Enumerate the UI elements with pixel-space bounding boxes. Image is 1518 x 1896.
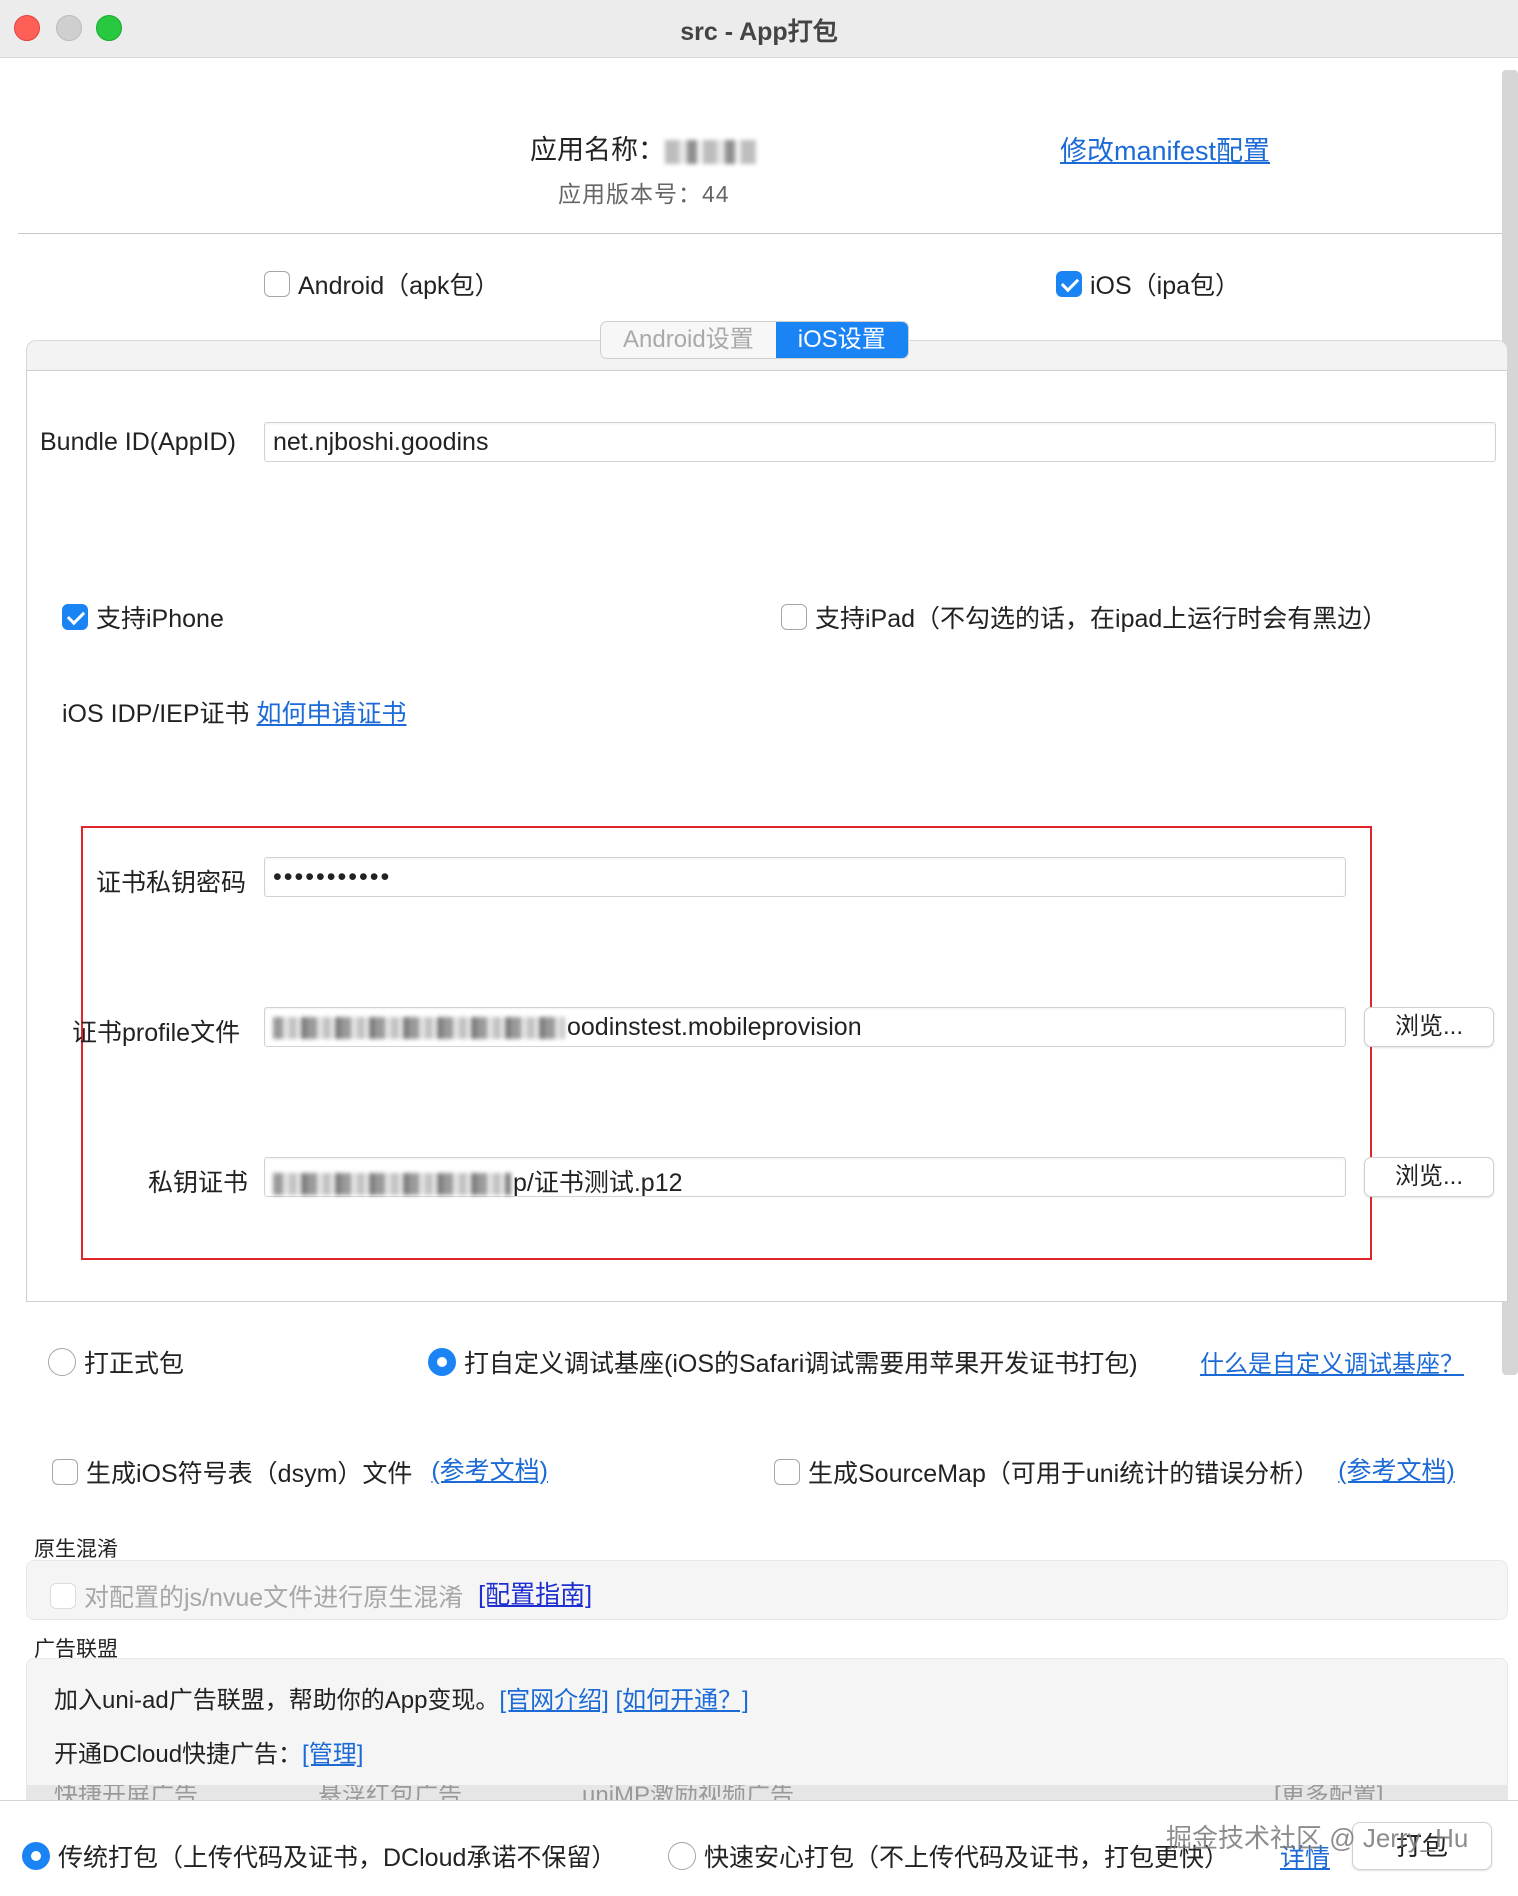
support-ipad-option[interactable]: 支持iPad（不勾选的话，在ipad上运行时会有黑边） bbox=[781, 599, 1387, 635]
native-obfuscation-option: 对配置的js/nvue文件进行原生混淆 [配置指南] bbox=[50, 1575, 592, 1614]
support-ipad-label: 支持iPad（不勾选的话，在ipad上运行时会有黑边） bbox=[815, 605, 1388, 633]
cert-section-row: iOS IDP/IEP证书 如何申请证书 bbox=[62, 694, 407, 730]
traditional-pack-radio[interactable] bbox=[22, 1842, 50, 1870]
ad-intro-row: 加入uni-ad广告联盟，帮助你的App变现。[官网介绍] [如何开通？] bbox=[54, 1680, 749, 1715]
fast-pack-option[interactable]: 快速安心打包（不上传代码及证书，打包更快） bbox=[668, 1838, 1229, 1874]
support-iphone-checkbox[interactable] bbox=[62, 604, 88, 630]
ad-alliance-box bbox=[26, 1658, 1508, 1798]
sourcemap-checkbox[interactable] bbox=[774, 1459, 800, 1486]
quick-ads-manage-link[interactable]: [管理] bbox=[302, 1741, 363, 1768]
formal-build-option[interactable]: 打正式包 bbox=[48, 1344, 184, 1380]
android-checkbox[interactable] bbox=[264, 271, 290, 297]
private-cert-input[interactable]: p/证书测试.p12 bbox=[264, 1157, 1346, 1197]
quick-ads-row: 开通DCloud快捷广告：[管理] bbox=[54, 1734, 363, 1769]
ad-how-to-open-link[interactable]: [如何开通？] bbox=[615, 1687, 748, 1714]
sourcemap-option[interactable]: 生成SourceMap（可用于uni统计的错误分析） (参考文档) bbox=[774, 1451, 1455, 1490]
native-obfuscation-label: 对配置的js/nvue文件进行原生混淆 bbox=[84, 1584, 464, 1613]
ios-checkbox[interactable] bbox=[1056, 271, 1082, 297]
ad-official-intro-link[interactable]: [官网介绍] bbox=[499, 1687, 608, 1714]
dsym-label: 生成iOS符号表（dsym）文件 bbox=[86, 1460, 413, 1489]
dsym-docs-link[interactable]: (参考文档) bbox=[431, 1457, 548, 1485]
fast-pack-radio[interactable] bbox=[668, 1842, 696, 1870]
private-cert-value: p/证书测试.p12 bbox=[513, 1169, 683, 1197]
profile-file-label: 证书profile文件 bbox=[72, 1019, 241, 1047]
native-obfuscation-checkbox bbox=[50, 1583, 76, 1610]
divider bbox=[18, 233, 1502, 234]
support-ipad-checkbox[interactable] bbox=[781, 604, 807, 630]
tab-android-settings[interactable]: Android设置 bbox=[601, 322, 776, 358]
ad-intro-text: 加入uni-ad广告联盟，帮助你的App变现。 bbox=[54, 1687, 500, 1714]
native-obfuscation-title: 原生混淆 bbox=[34, 1538, 118, 1561]
cert-password-input[interactable]: ••••••••••• bbox=[264, 857, 1346, 897]
ad-options-partial-text: 快捷开屏广告 悬浮红包广告 uniMP激励视频广告 [更多配置] bbox=[54, 1785, 1384, 1801]
watermark: 掘金技术社区 @ Jerry_Hu bbox=[1166, 1823, 1469, 1853]
browse-profile-button[interactable]: 浏览... bbox=[1364, 1007, 1494, 1047]
cert-password-label: 证书私钥密码 bbox=[96, 869, 247, 897]
traditional-pack-label: 传统打包（上传代码及证书，DCloud承诺不保留） bbox=[58, 1844, 617, 1872]
custom-base-option[interactable]: 打自定义调试基座(iOS的Safari调试需要用苹果开发证书打包) bbox=[428, 1344, 1138, 1380]
profile-path-redacted bbox=[273, 1017, 565, 1040]
formal-build-label: 打正式包 bbox=[84, 1350, 185, 1378]
bundle-id-label: Bundle ID(AppID) bbox=[40, 428, 236, 456]
support-iphone-label: 支持iPhone bbox=[96, 605, 224, 633]
fast-pack-label: 快速安心打包（不上传代码及证书，打包更快） bbox=[704, 1844, 1230, 1872]
browse-private-cert-button[interactable]: 浏览... bbox=[1364, 1157, 1494, 1197]
android-label: Android（apk包） bbox=[298, 272, 500, 300]
quick-ads-text: 开通DCloud快捷广告： bbox=[54, 1741, 303, 1768]
tab-ios-settings[interactable]: iOS设置 bbox=[775, 322, 908, 358]
edit-manifest-link[interactable]: 修改manifest配置 bbox=[1060, 129, 1270, 168]
what-is-custom-base-link[interactable]: 什么是自定义调试基座？ bbox=[1200, 1344, 1464, 1379]
window-title: src - App打包 bbox=[680, 18, 838, 46]
app-name-label: 应用名称： bbox=[530, 135, 665, 165]
ios-label: iOS（ipa包） bbox=[1090, 272, 1241, 300]
bundle-id-input[interactable]: net.njboshi.goodins bbox=[264, 422, 1496, 462]
profile-file-value: oodinstest.mobileprovision bbox=[567, 1013, 862, 1041]
custom-base-radio[interactable] bbox=[428, 1348, 456, 1376]
app-name-redacted bbox=[665, 139, 757, 164]
title-bar: src - App打包 bbox=[0, 0, 1518, 58]
obfuscation-guide-link[interactable]: [配置指南] bbox=[478, 1581, 592, 1609]
app-pack-window: src - App打包 应用名称： 应用版本号：44 修改manifest配置 … bbox=[0, 0, 1518, 1896]
cert-section-label: iOS IDP/IEP证书 bbox=[62, 700, 250, 728]
custom-base-label: 打自定义调试基座(iOS的Safari调试需要用苹果开发证书打包) bbox=[464, 1350, 1138, 1378]
settings-tabs: Android设置 iOS设置 bbox=[600, 321, 909, 359]
traditional-pack-option[interactable]: 传统打包（上传代码及证书，DCloud承诺不保留） bbox=[22, 1838, 616, 1874]
ad-options-partial-row: 快捷开屏广告 悬浮红包广告 uniMP激励视频广告 [更多配置] bbox=[26, 1785, 1508, 1801]
dsym-checkbox[interactable] bbox=[52, 1459, 78, 1486]
support-iphone-option[interactable]: 支持iPhone bbox=[62, 599, 224, 635]
how-to-apply-cert-link[interactable]: 如何申请证书 bbox=[257, 700, 407, 728]
private-cert-label: 私钥证书 bbox=[148, 1169, 249, 1197]
sourcemap-docs-link[interactable]: (参考文档) bbox=[1338, 1457, 1455, 1485]
private-cert-path-redacted bbox=[273, 1173, 511, 1196]
formal-build-radio[interactable] bbox=[48, 1348, 76, 1376]
app-version: 应用版本号：44 bbox=[558, 181, 730, 207]
profile-file-input[interactable]: oodinstest.mobileprovision bbox=[264, 1007, 1346, 1047]
dsym-option[interactable]: 生成iOS符号表（dsym）文件 (参考文档) bbox=[52, 1451, 548, 1490]
sourcemap-label: 生成SourceMap（可用于uni统计的错误分析） bbox=[808, 1460, 1320, 1489]
platform-android-option[interactable]: Android（apk包） bbox=[264, 266, 499, 302]
app-name-row: 应用名称： bbox=[530, 128, 757, 167]
platform-ios-option[interactable]: iOS（ipa包） bbox=[1056, 266, 1240, 302]
